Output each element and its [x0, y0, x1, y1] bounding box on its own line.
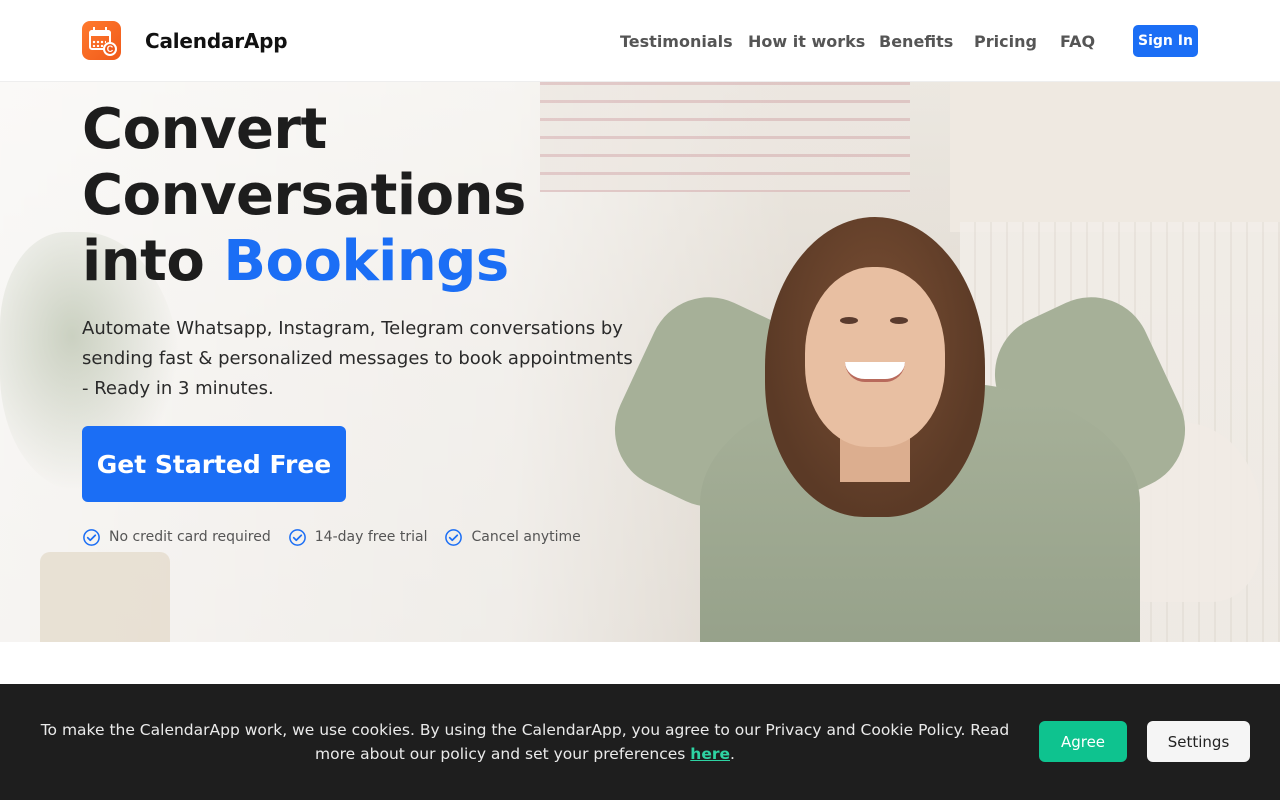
site-header: C CalendarApp Testimonials How it works …	[0, 0, 1280, 82]
nav-benefits[interactable]: Benefits	[879, 32, 953, 51]
check-circle-icon	[288, 528, 306, 546]
cookie-settings-button[interactable]: Settings	[1147, 721, 1250, 762]
check-item: No credit card required	[82, 527, 271, 547]
check-label: No credit card required	[109, 529, 271, 545]
cookie-preferences-link[interactable]: here	[690, 745, 730, 763]
hero-headline: Convert Conversations into Bookings	[82, 97, 526, 295]
check-label: 14-day free trial	[314, 529, 428, 545]
headline-line3-prefix: into	[82, 229, 224, 294]
nav-testimonials[interactable]: Testimonials	[620, 32, 733, 51]
cookie-message: To make the CalendarApp work, we use coo…	[30, 718, 1020, 766]
headline-accent: Bookings	[223, 229, 509, 294]
cookie-text: To make the CalendarApp work, we use coo…	[40, 721, 1010, 763]
check-circle-icon	[83, 528, 100, 546]
nav-faq[interactable]: FAQ	[1060, 32, 1095, 51]
headline-line2: Conversations	[82, 163, 526, 228]
sign-in-button[interactable]: Sign In	[1133, 25, 1198, 57]
brand-name[interactable]: CalendarApp	[145, 29, 288, 53]
agree-button[interactable]: Agree	[1039, 721, 1127, 762]
get-started-button[interactable]: Get Started Free	[82, 426, 346, 502]
check-item: 14-day free trial	[288, 527, 428, 547]
check-circle-icon	[445, 528, 463, 546]
cookie-text-end: .	[730, 745, 735, 763]
nav-pricing[interactable]: Pricing	[974, 32, 1037, 51]
check-item: Cancel anytime	[444, 527, 581, 547]
hero-subheadline: Automate Whatsapp, Instagram, Telegram c…	[82, 318, 633, 399]
nav-how-it-works[interactable]: How it works	[748, 32, 865, 51]
feature-checks: No credit card required 14-day free tria…	[82, 527, 598, 547]
check-label: Cancel anytime	[471, 529, 581, 545]
headline-line1: Convert	[82, 97, 327, 162]
calendar-icon[interactable]: C	[82, 21, 121, 60]
